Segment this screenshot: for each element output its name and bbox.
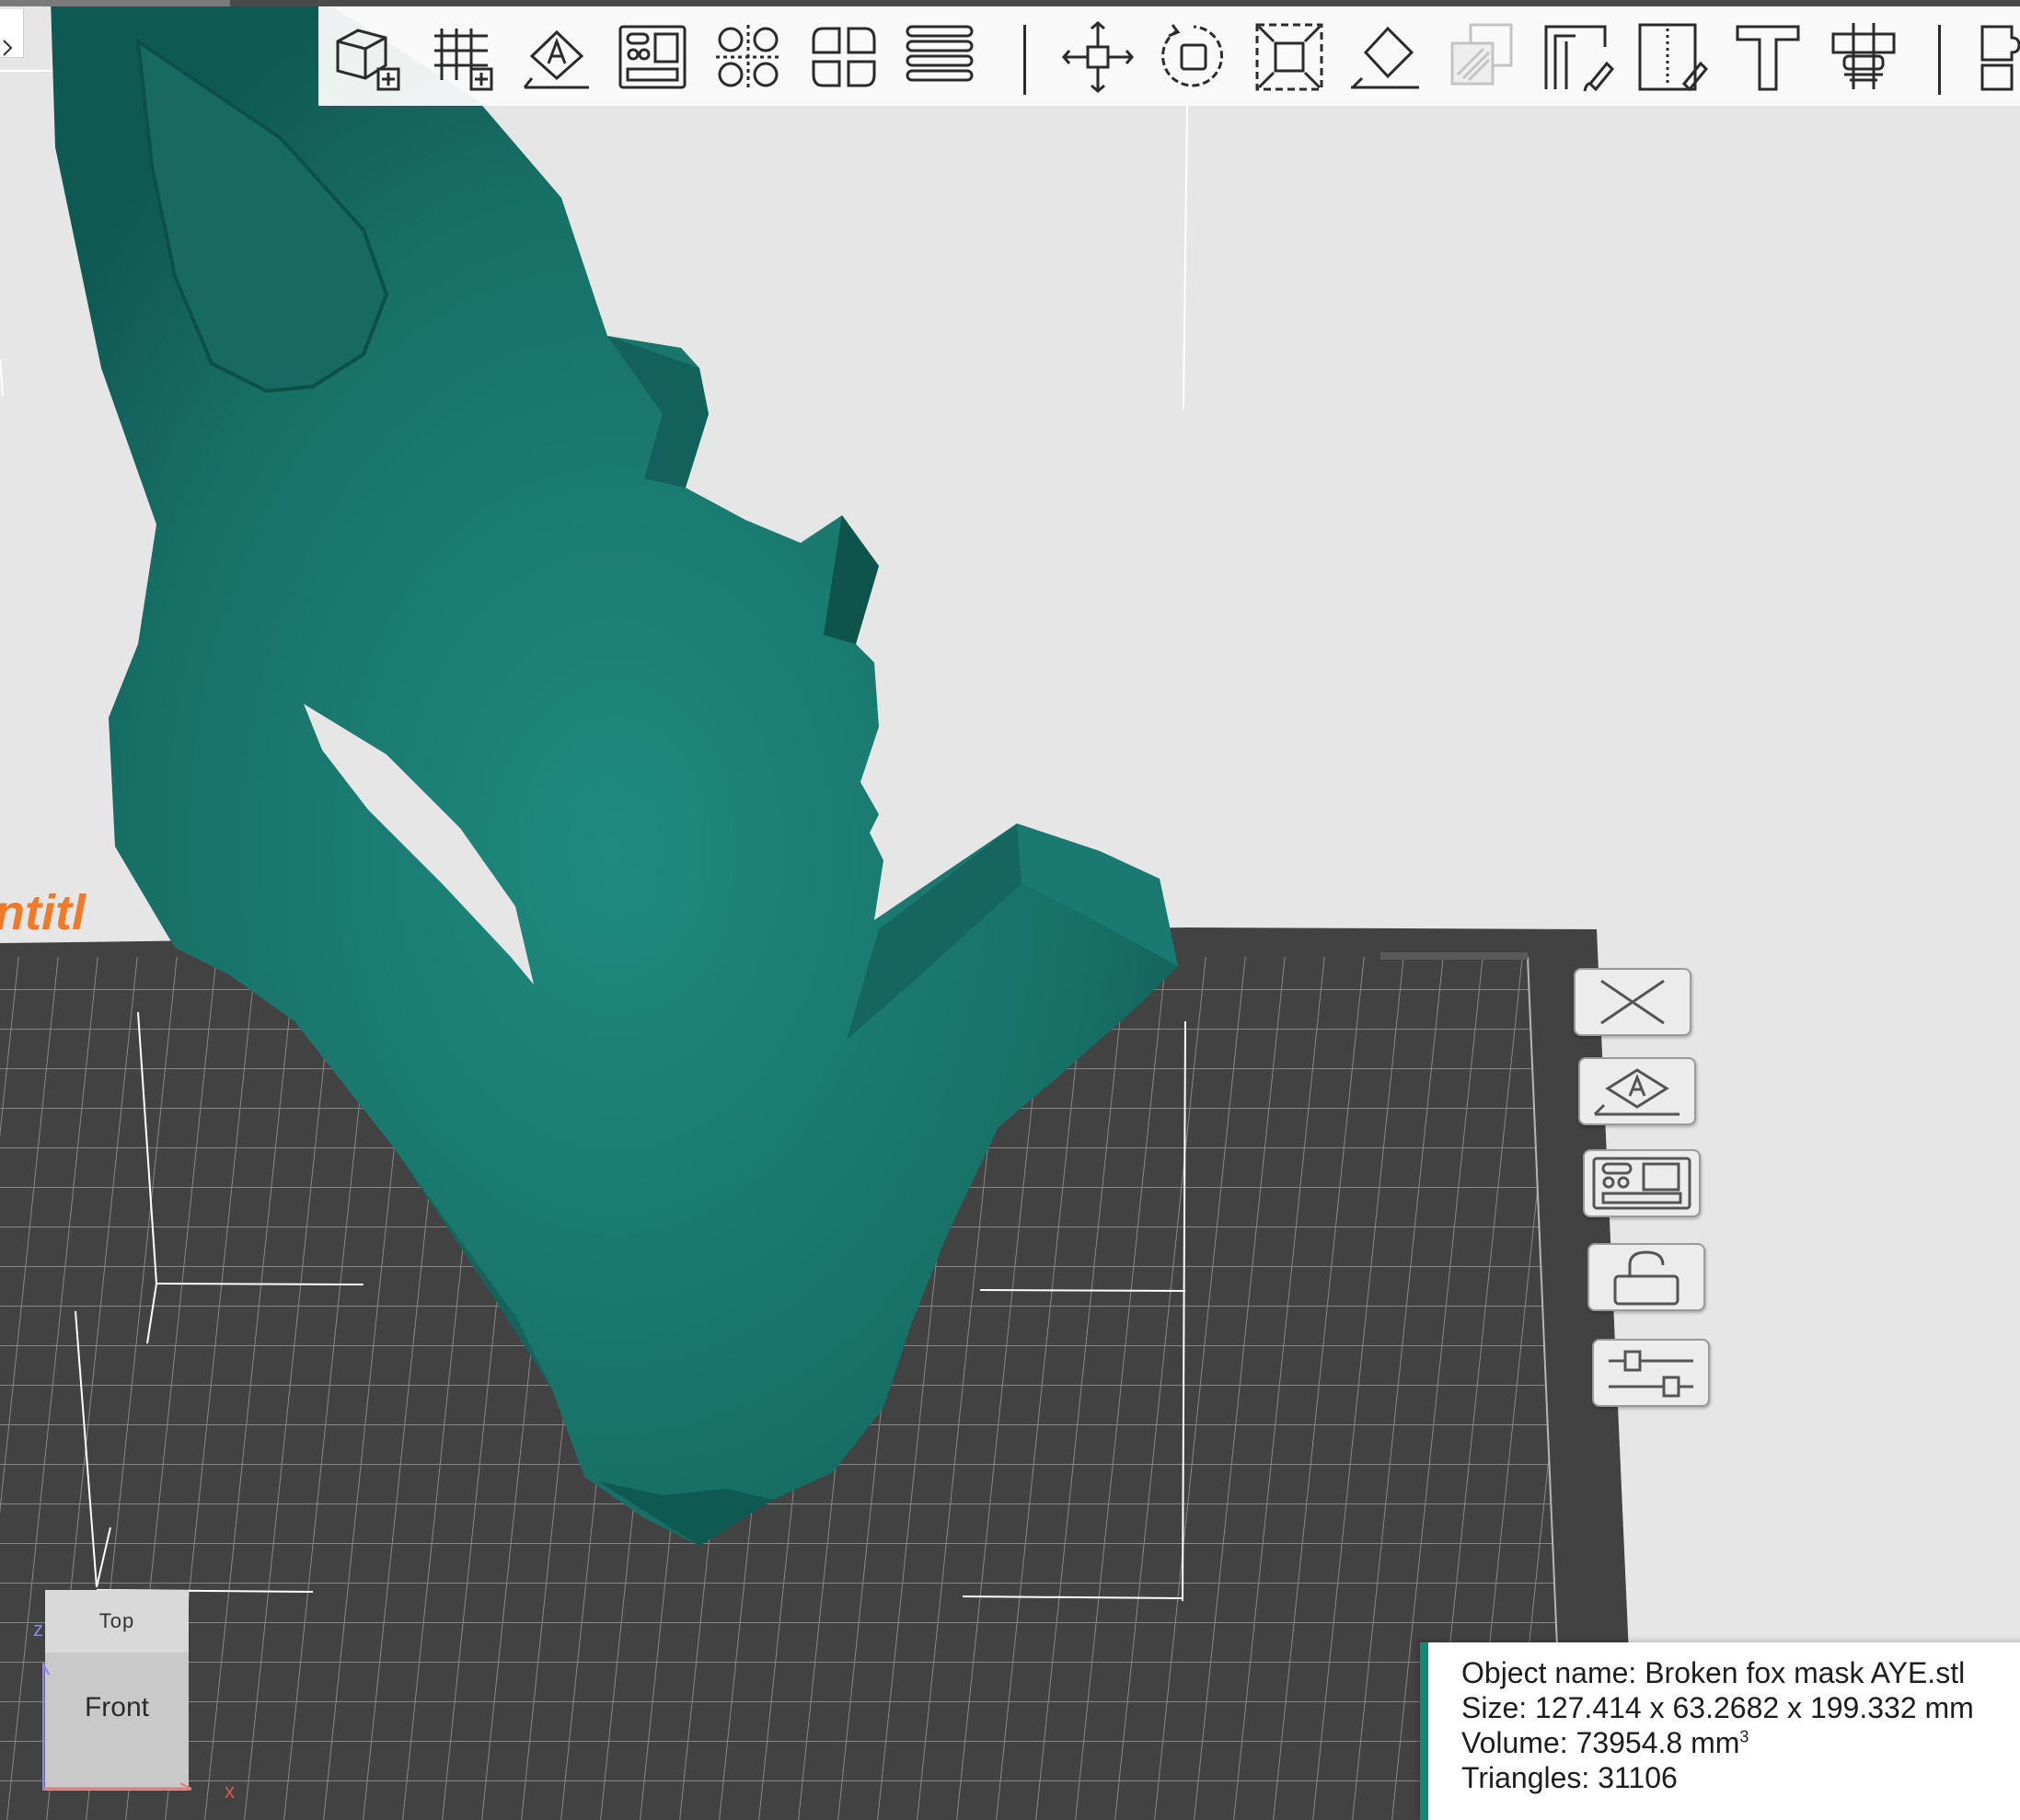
axis-gizmo	[42, 1661, 191, 1791]
close-icon[interactable]	[1574, 968, 1691, 1036]
object-size-text: Size: 127.414 x 63.2682 x 199.332 mm	[1461, 1691, 1974, 1724]
view-cube[interactable]: Top Front x z	[33, 1590, 235, 1803]
measure-icon[interactable]	[1826, 19, 1901, 95]
collapse-chip[interactable]	[0, 9, 24, 58]
split-parts-icon[interactable]	[806, 19, 882, 95]
lay-on-face-icon[interactable]	[1347, 19, 1423, 95]
layers-icon[interactable]	[902, 19, 977, 95]
auto-orient-icon[interactable]	[1578, 1057, 1696, 1125]
volume-value: Volume: 73954.8 mm	[1461, 1726, 1740, 1759]
seam-paint-icon[interactable]	[1634, 19, 1710, 95]
object-triangles-text: Triangles: 31106	[1461, 1761, 1678, 1794]
arrange-icon[interactable]	[615, 19, 690, 95]
rotate-icon[interactable]	[1156, 19, 1231, 95]
scale-icon[interactable]	[1252, 19, 1327, 95]
window-top-strip	[0, 0, 2020, 6]
toolbar-separator	[1023, 25, 1026, 95]
text-icon[interactable]	[1730, 19, 1806, 95]
cut-icon[interactable]	[1443, 19, 1518, 95]
axis-z-label: z	[33, 1618, 43, 1641]
object-volume-text: Volume: 73954.8 mm3	[1461, 1726, 1749, 1760]
auto-orient-icon[interactable]	[519, 19, 594, 95]
plate-label: ntitl	[0, 885, 87, 940]
toolbar-separator	[1938, 25, 1941, 95]
move-icon[interactable]	[1060, 19, 1136, 95]
lock-icon[interactable]	[1587, 1243, 1705, 1311]
arrange-icon[interactable]	[1583, 1149, 1701, 1217]
settings-sliders-icon[interactable]	[1592, 1339, 1710, 1407]
object-context-panel	[1569, 962, 1726, 1422]
volume-unit-exponent: 3	[1739, 1727, 1749, 1746]
3d-viewport[interactable]: ntitl	[0, 0, 2020, 1820]
split-objects-icon[interactable]	[710, 19, 786, 95]
object-info-panel: Object name: Broken fox mask AYE.stl Siz…	[1420, 1642, 2020, 1820]
add-object-icon[interactable]	[329, 19, 404, 95]
support-paint-icon[interactable]	[1539, 19, 1614, 95]
axis-x-label: x	[225, 1780, 235, 1803]
add-plate-icon[interactable]	[423, 19, 499, 95]
object-name-text: Object name: Broken fox mask AYE.stl	[1461, 1656, 1966, 1689]
assembly-icon[interactable]	[1975, 19, 2020, 95]
main-toolbar	[318, 6, 2020, 106]
